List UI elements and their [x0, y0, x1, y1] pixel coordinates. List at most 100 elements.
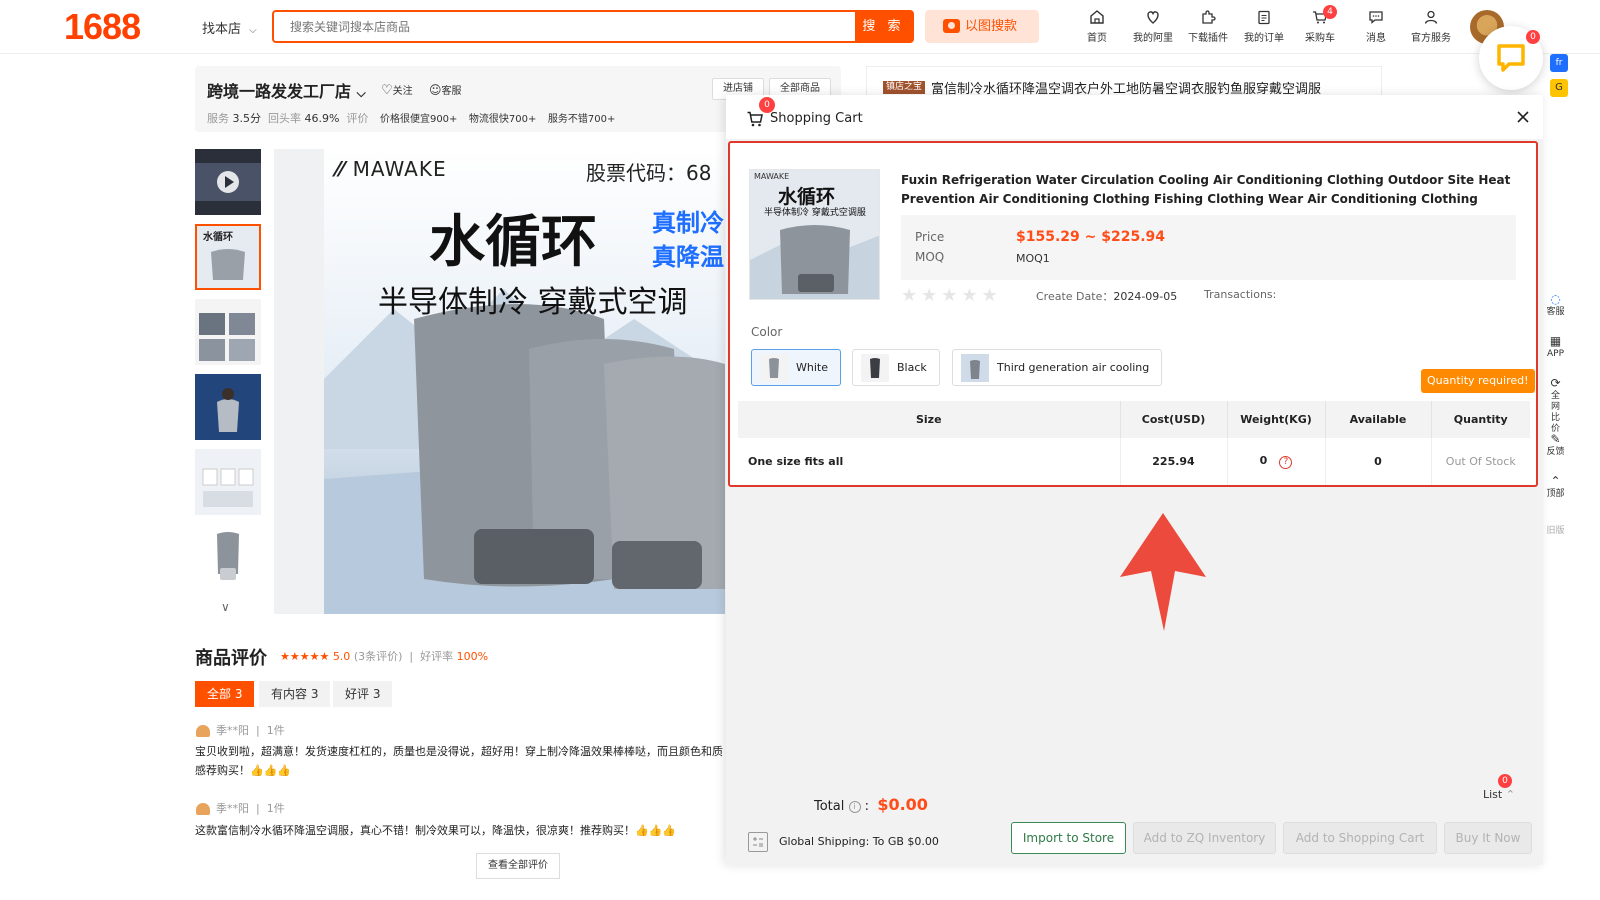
qr-code-icon: ▦	[1549, 334, 1562, 348]
color-option-white[interactable]: White	[751, 349, 841, 386]
add-to-zq-inventory-button[interactable]: Add to ZQ Inventory	[1133, 822, 1276, 854]
review-user: 季**阳 | 1件	[196, 722, 285, 738]
follow-label: 关注	[392, 86, 413, 97]
shopping-cart-panel: 0 Shopping Cart MAWAKE 水循环 半导体制冷 穿戴式空调服 …	[726, 95, 1543, 865]
google-g-tag[interactable]: G	[1550, 79, 1568, 97]
product-photo-person	[195, 374, 261, 440]
top-navigation-bar: 1688 找本店 ⌵ 搜 索 以图搜款 首页 我的阿里 下载插件 我的订单 采购…	[0, 0, 1600, 54]
brand-logo-text: ⁄⁄ MAWAKE	[336, 157, 447, 181]
gallery-thumb-6[interactable]	[195, 524, 261, 590]
chevron-down-icon: ∨	[221, 600, 230, 614]
cart-title: Shopping Cart	[770, 111, 863, 126]
nav-my-orders[interactable]: 我的订单	[1234, 8, 1294, 44]
cart-product-title[interactable]: Fuxin Refrigeration Water Circulation Co…	[901, 171, 1516, 209]
stat-label: 服务	[207, 112, 229, 125]
reviewer-avatar-icon	[196, 803, 210, 815]
review-tag: 价格很便宜900+	[379, 114, 458, 125]
divider: |	[405, 650, 417, 663]
find-shop-dropdown[interactable]: 找本店 ⌵	[202, 18, 257, 37]
shop-name[interactable]: 跨境一路发发工厂店 ⌵	[207, 78, 366, 102]
chat-outline-icon: ◌	[1550, 292, 1561, 306]
image-search-button[interactable]: 以图搜款	[925, 10, 1039, 43]
review-tab-all[interactable]: 全部 3	[195, 681, 255, 707]
sub-slogan: 半导体制冷 穿戴式空调	[378, 285, 688, 320]
rail-old-version[interactable]: 旧版	[1542, 526, 1569, 537]
rail-back-to-top[interactable]: ⌃ 顶部	[1542, 475, 1569, 500]
image-search-label: 以图搜款	[965, 19, 1018, 34]
gallery-thumb-4[interactable]	[195, 374, 261, 440]
thumb-brand: MAWAKE	[754, 172, 790, 181]
list-toggle[interactable]: List ⌃ 0	[1483, 774, 1515, 801]
import-to-store-button[interactable]: Import to Store	[1011, 822, 1126, 854]
follow-shop-button[interactable]: ♡关注	[381, 82, 413, 98]
gallery-thumb-video[interactable]	[195, 149, 261, 215]
color-option-black[interactable]: Black	[852, 349, 940, 386]
gallery-thumb-3[interactable]	[195, 299, 261, 365]
reviews-title: 商品评价	[195, 648, 267, 669]
review-count: (3条评价)	[353, 650, 403, 663]
nav-download-plugin[interactable]: 下载插件	[1178, 8, 1238, 44]
chevron-up-icon: ⌃	[1505, 788, 1515, 801]
site-logo[interactable]: 1688	[64, 6, 141, 48]
review-tab-with-content[interactable]: 有内容 3	[259, 681, 331, 707]
vest-swatch-icon	[961, 354, 989, 382]
message-icon	[1369, 11, 1383, 24]
nav-label: 官方服务	[1411, 33, 1451, 44]
table-header-row: Size Cost(USD) Weight(KG) Available Quan…	[738, 401, 1530, 438]
col-header-cost: Cost(USD)	[1120, 401, 1228, 438]
translate-fr-tag[interactable]: fr	[1550, 54, 1568, 72]
rail-feedback[interactable]: ✎ 反馈	[1542, 433, 1569, 458]
price-box: Price $155.29 ~ $225.94 MOQ MOQ1	[901, 215, 1516, 280]
gallery-scroll-down[interactable]: ∨	[221, 600, 230, 614]
floating-chat-button[interactable]: 0	[1479, 26, 1543, 90]
nav-official-service[interactable]: 官方服务	[1401, 8, 1461, 44]
review-tab-positive[interactable]: 好评 3	[333, 681, 393, 707]
gallery-thumb-5[interactable]	[195, 449, 261, 515]
col-header-available: Available	[1325, 401, 1432, 438]
rail-customer-service[interactable]: ◌ 客服	[1542, 292, 1569, 318]
see-all-reviews-button[interactable]: 查看全部评价	[476, 853, 560, 879]
gallery-thumb-selected[interactable]: 水循环	[195, 224, 261, 290]
close-icon[interactable]	[1515, 109, 1531, 125]
price-range: $155.29 ~ $225.94	[1016, 229, 1166, 245]
nav-label: 我的订单	[1244, 33, 1284, 44]
nav-messages[interactable]: 消息	[1346, 8, 1406, 44]
buy-it-now-button[interactable]: Buy It Now	[1444, 822, 1532, 854]
right-tool-rail: ◌ 客服 ▦ APP ⟳ 全网比价 ✎ 反馈 ⌃ 顶部 旧版	[1541, 280, 1568, 540]
user-icon	[1424, 10, 1438, 24]
red-arrow-up-icon	[1120, 513, 1206, 631]
shop-service-button[interactable]: ☺客服	[429, 82, 462, 97]
rail-app[interactable]: ▦ APP	[1542, 334, 1569, 360]
cart-product-thumbnail[interactable]: MAWAKE 水循环 半导体制冷 穿戴式空调服	[749, 169, 880, 300]
rail-label: 客服	[1546, 307, 1565, 317]
nav-purchase-cart[interactable]: 采购车 4	[1290, 5, 1350, 44]
heart-shield-icon	[1147, 11, 1159, 24]
brand-name: MAWAKE	[352, 157, 447, 181]
help-icon[interactable]: ?	[1279, 456, 1293, 469]
search-button[interactable]: 搜 索	[855, 12, 912, 41]
nav-home[interactable]: 首页	[1067, 8, 1127, 44]
rail-price-compare[interactable]: ⟳ 全网比价	[1542, 377, 1569, 435]
review-tag: 服务不错700+	[547, 114, 616, 125]
blue-slogan-2: 真降温	[652, 243, 724, 271]
reviewer-name: 季**阳	[216, 802, 249, 815]
nav-my-alibaba[interactable]: 我的阿里	[1123, 8, 1183, 44]
main-product-image[interactable]: ⁄⁄ MAWAKE 股票代码：68 水循环 真制冷 真降温 半导体制冷 穿戴式空…	[274, 149, 725, 614]
create-date-label: Create Date：	[1036, 290, 1114, 303]
product-rating-stars: ★★★★★	[901, 285, 1002, 306]
add-to-shopping-cart-button[interactable]: Add to Shopping Cart	[1283, 822, 1437, 854]
thumb-subline: 半导体制冷 穿戴式空调服	[764, 208, 866, 218]
cart-count-badge: 4	[1323, 5, 1337, 19]
info-icon[interactable]: i	[848, 800, 861, 813]
search-input[interactable]	[274, 12, 856, 41]
reviewer-name: 季**阳	[216, 724, 249, 737]
product-photo-vest	[217, 532, 239, 580]
quantity-required-tooltip: Quantity required!	[1421, 369, 1535, 393]
color-option-third-gen[interactable]: Third generation air cooling	[952, 349, 1163, 386]
review-tag: 物流很快700+	[468, 114, 537, 125]
quantity-cell: Out Of Stock	[1445, 455, 1516, 468]
colon: :	[864, 799, 874, 814]
nav-label: 首页	[1087, 33, 1107, 44]
clipboard-icon	[1258, 10, 1270, 25]
review-text: 宝贝收到啦，超满意！发货速度杠杠的，质量也是没得说，超好用！穿上制冷降温效果棒棒…	[195, 745, 723, 777]
